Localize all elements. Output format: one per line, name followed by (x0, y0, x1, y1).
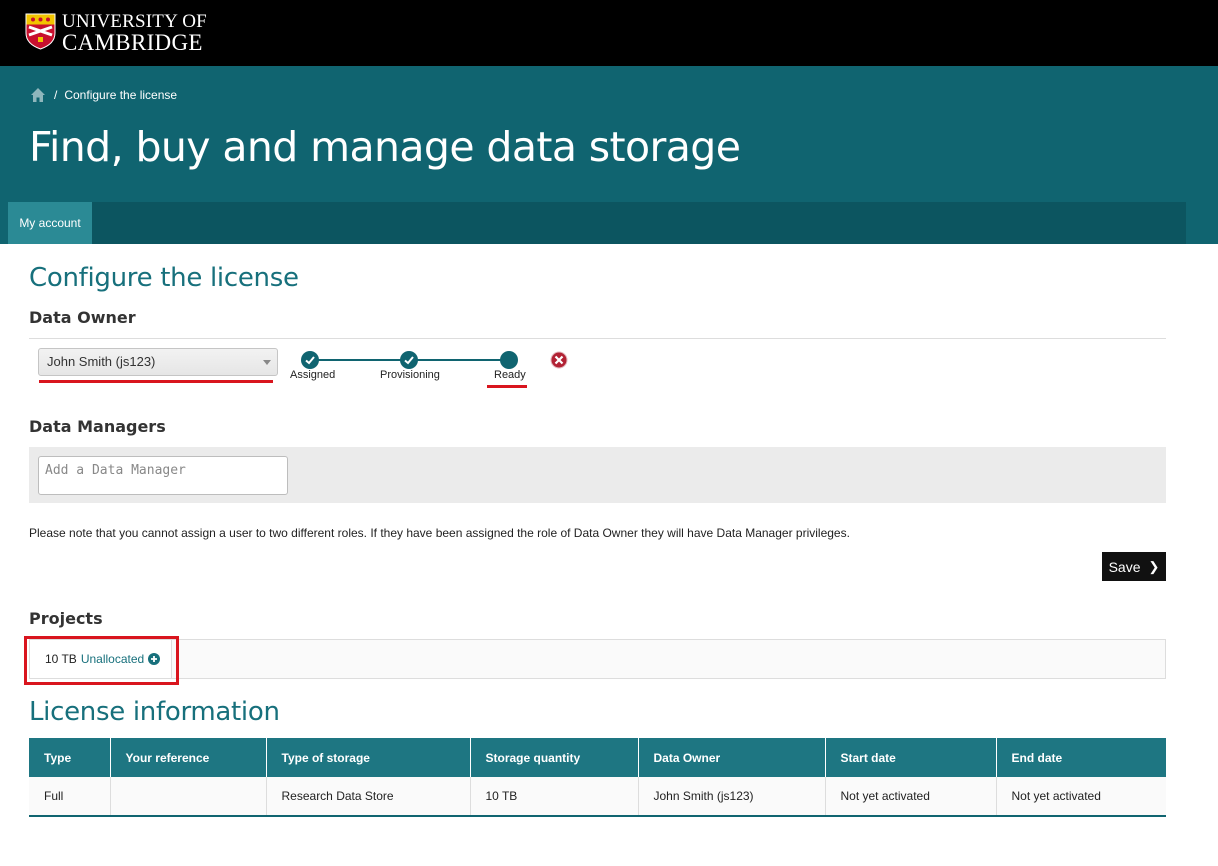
cambridge-crest-icon[interactable] (25, 13, 56, 50)
data-owner-select-value: John Smith (js123) (47, 354, 156, 369)
highlight-underline (487, 385, 527, 388)
table-cell: Full (29, 777, 111, 816)
data-managers-heading: Data Managers (29, 417, 166, 436)
column-header: Start date (825, 738, 997, 777)
column-header: Your reference (110, 738, 267, 777)
highlight-box (24, 636, 179, 685)
page-header: / Configure the license Find, buy and ma… (0, 66, 1218, 244)
table-cell: John Smith (js123) (638, 777, 826, 816)
column-header: Data Owner (638, 738, 826, 777)
table-row: Full Research Data Store 10 TB John Smit… (29, 777, 1166, 816)
highlight-underline (39, 380, 273, 383)
step-label-provisioning: Provisioning (380, 369, 440, 381)
divider (29, 338, 1166, 339)
chevron-down-icon (263, 360, 271, 365)
table-cell: 10 TB (470, 777, 639, 816)
close-circle-icon[interactable] (550, 351, 568, 369)
roles-note: Please note that you cannot assign a use… (29, 526, 850, 540)
step-label-ready: Ready (494, 369, 526, 381)
data-owner-select[interactable]: John Smith (js123) (38, 348, 278, 376)
site-header: UNIVERSITY OF CAMBRIDGE (0, 0, 1218, 66)
step-label-assigned: Assigned (290, 369, 336, 381)
step-provisioning-check-icon (400, 351, 418, 369)
save-button-label: Save (1108, 558, 1141, 575)
step-assigned-check-icon (301, 351, 319, 369)
page-title: Find, buy and manage data storage (29, 123, 741, 171)
main-nav: My account (8, 202, 1186, 244)
table-header-row: Type Your reference Type of storage Stor… (29, 738, 1166, 777)
wordmark-line-1: UNIVERSITY OF (62, 11, 207, 32)
breadcrumb: / Configure the license (30, 87, 177, 103)
table-cell: Research Data Store (266, 777, 471, 816)
table-cell: Not yet activated (996, 777, 1166, 816)
column-header: Storage quantity (470, 738, 639, 777)
home-icon[interactable] (30, 87, 46, 103)
step-ready-dot-icon (500, 351, 518, 369)
data-managers-panel (29, 447, 1166, 503)
wordmark-line-2: CAMBRIDGE (62, 30, 203, 55)
tab-my-account[interactable]: My account (8, 202, 92, 244)
university-wordmark[interactable]: UNIVERSITY OF CAMBRIDGE (62, 11, 207, 55)
table-cell: Not yet activated (825, 777, 997, 816)
column-header: End date (996, 738, 1166, 777)
data-manager-input[interactable] (38, 456, 288, 495)
table-cell (110, 777, 267, 816)
column-header: Type of storage (266, 738, 471, 777)
breadcrumb-current: Configure the license (64, 88, 178, 102)
save-button[interactable]: Save ❯ (1102, 552, 1166, 581)
column-header: Type (29, 738, 111, 777)
license-table: Type Your reference Type of storage Stor… (29, 738, 1166, 817)
configure-heading: Configure the license (29, 263, 299, 293)
data-owner-heading: Data Owner (29, 308, 136, 327)
projects-panel (29, 639, 1166, 679)
projects-heading: Projects (29, 609, 103, 628)
chevron-right-icon: ❯ (1148, 558, 1160, 574)
breadcrumb-separator: / (54, 88, 58, 102)
license-info-heading: License information (29, 697, 280, 727)
